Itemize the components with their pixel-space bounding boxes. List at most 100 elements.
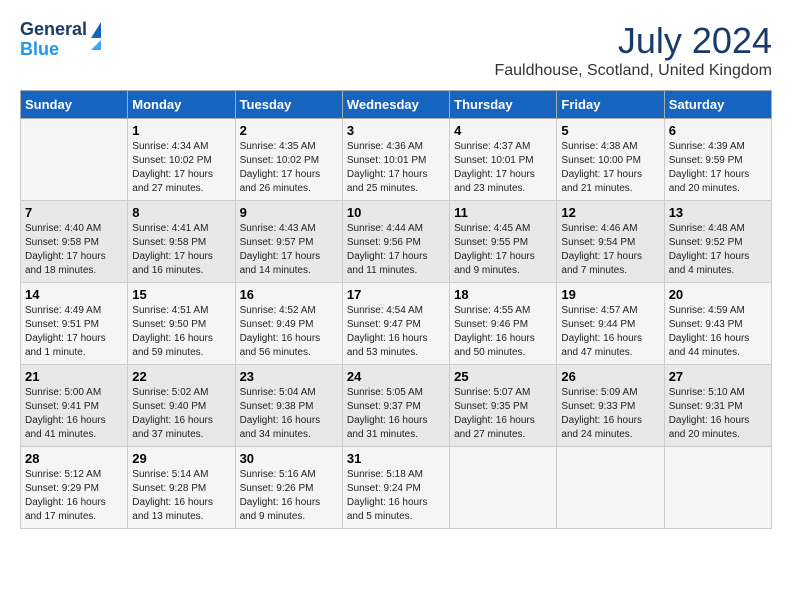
day-number: 11 (454, 205, 552, 220)
calendar-cell: 5Sunrise: 4:38 AMSunset: 10:00 PMDayligh… (557, 119, 664, 201)
calendar-cell: 9Sunrise: 4:43 AMSunset: 9:57 PMDaylight… (235, 201, 342, 283)
day-number: 10 (347, 205, 445, 220)
day-number: 31 (347, 451, 445, 466)
calendar-cell (664, 447, 771, 529)
day-number: 17 (347, 287, 445, 302)
cell-content: Sunrise: 4:34 AMSunset: 10:02 PMDaylight… (132, 140, 230, 196)
day-header-wednesday: Wednesday (342, 91, 449, 119)
day-number: 7 (25, 205, 123, 220)
calendar-cell: 25Sunrise: 5:07 AMSunset: 9:35 PMDayligh… (450, 365, 557, 447)
day-number: 29 (132, 451, 230, 466)
cell-content: Sunrise: 4:44 AMSunset: 9:56 PMDaylight:… (347, 222, 445, 278)
day-number: 8 (132, 205, 230, 220)
calendar-cell: 19Sunrise: 4:57 AMSunset: 9:44 PMDayligh… (557, 283, 664, 365)
cell-content: Sunrise: 4:49 AMSunset: 9:51 PMDaylight:… (25, 304, 123, 360)
calendar-cell: 3 Sunrise: 4:36 AMSunset: 10:01 PMDayligh… (342, 119, 449, 201)
day-number: 26 (561, 369, 659, 384)
calendar-week-row: 14Sunrise: 4:49 AMSunset: 9:51 PMDayligh… (21, 283, 772, 365)
calendar-week-row: 7 Sunrise: 4:40 AMSunset: 9:58 PMDaylight… (21, 201, 772, 283)
calendar-cell: 13 Sunrise: 4:48 AMSunset: 9:52 PMDayligh… (664, 201, 771, 283)
day-header-thursday: Thursday (450, 91, 557, 119)
calendar-cell: 21Sunrise: 5:00 AMSunset: 9:41 PMDayligh… (21, 365, 128, 447)
cell-content: Sunrise: 5:12 AMSunset: 9:29 PMDaylight:… (25, 468, 123, 524)
calendar-body: 1 Sunrise: 4:34 AMSunset: 10:02 PMDayligh… (21, 119, 772, 529)
calendar-cell: 2 Sunrise: 4:35 AMSunset: 10:02 PMDayligh… (235, 119, 342, 201)
cell-content: Sunrise: 5:04 AMSunset: 9:38 PMDaylight:… (240, 386, 338, 442)
cell-content: Sunrise: 4:45 AMSunset: 9:55 PMDaylight:… (454, 222, 552, 278)
calendar-cell: 29 Sunrise: 5:14 AMSunset: 9:28 PMDayligh… (128, 447, 235, 529)
day-header-friday: Friday (557, 91, 664, 119)
cell-content: Sunrise: 4:35 AMSunset: 10:02 PMDaylight… (240, 140, 338, 196)
cell-content: Sunrise: 4:37 AMSunset: 10:01 PMDaylight… (454, 140, 552, 196)
cell-content: Sunrise: 5:09 AMSunset: 9:33 PMDaylight:… (561, 386, 659, 442)
cell-content: Sunrise: 4:57 AMSunset: 9:44 PMDaylight:… (561, 304, 659, 360)
calendar-cell: 16 Sunrise: 4:52 AMSunset: 9:49 PMDayligh… (235, 283, 342, 365)
day-header-monday: Monday (128, 91, 235, 119)
calendar-cell: 15Sunrise: 4:51 AMSunset: 9:50 PMDayligh… (128, 283, 235, 365)
day-number: 18 (454, 287, 552, 302)
page-header: GeneralBlue July 2024 Fauldhouse, Scotla… (20, 20, 772, 80)
month-title: July 2024 (494, 20, 772, 62)
calendar-cell: 1 Sunrise: 4:34 AMSunset: 10:02 PMDayligh… (128, 119, 235, 201)
calendar-cell: 4 Sunrise: 4:37 AMSunset: 10:01 PMDayligh… (450, 119, 557, 201)
day-number: 24 (347, 369, 445, 384)
cell-content: Sunrise: 5:05 AMSunset: 9:37 PMDaylight:… (347, 386, 445, 442)
day-number: 3 (347, 123, 445, 138)
day-number: 20 (669, 287, 767, 302)
calendar-cell: 20 Sunrise: 4:59 AMSunset: 9:43 PMDayligh… (664, 283, 771, 365)
calendar-cell (450, 447, 557, 529)
calendar-cell: 17 Sunrise: 4:54 AMSunset: 9:47 PMDayligh… (342, 283, 449, 365)
title-block: July 2024 Fauldhouse, Scotland, United K… (494, 20, 772, 80)
calendar-week-row: 28 Sunrise: 5:12 AMSunset: 9:29 PMDayligh… (21, 447, 772, 529)
day-number: 4 (454, 123, 552, 138)
cell-content: Sunrise: 4:38 AMSunset: 10:00 PMDaylight… (561, 140, 659, 196)
cell-content: Sunrise: 4:43 AMSunset: 9:57 PMDaylight:… (240, 222, 338, 278)
calendar-cell: 14Sunrise: 4:49 AMSunset: 9:51 PMDayligh… (21, 283, 128, 365)
cell-content: Sunrise: 5:02 AMSunset: 9:40 PMDaylight:… (132, 386, 230, 442)
calendar-cell: 18 Sunrise: 4:55 AMSunset: 9:46 PMDayligh… (450, 283, 557, 365)
cell-content: Sunrise: 4:48 AMSunset: 9:52 PMDaylight:… (669, 222, 767, 278)
day-number: 2 (240, 123, 338, 138)
day-number: 27 (669, 369, 767, 384)
calendar-header-row: SundayMondayTuesdayWednesdayThursdayFrid… (21, 91, 772, 119)
day-number: 25 (454, 369, 552, 384)
cell-content: Sunrise: 5:14 AMSunset: 9:28 PMDaylight:… (132, 468, 230, 524)
day-header-tuesday: Tuesday (235, 91, 342, 119)
day-number: 28 (25, 451, 123, 466)
cell-content: Sunrise: 5:18 AMSunset: 9:24 PMDaylight:… (347, 468, 445, 524)
cell-content: Sunrise: 4:55 AMSunset: 9:46 PMDaylight:… (454, 304, 552, 360)
location: Fauldhouse, Scotland, United Kingdom (494, 62, 772, 80)
day-number: 21 (25, 369, 123, 384)
cell-content: Sunrise: 4:39 AMSunset: 9:59 PMDaylight:… (669, 140, 767, 196)
day-number: 23 (240, 369, 338, 384)
cell-content: Sunrise: 5:10 AMSunset: 9:31 PMDaylight:… (669, 386, 767, 442)
cell-content: Sunrise: 4:41 AMSunset: 9:58 PMDaylight:… (132, 222, 230, 278)
day-header-sunday: Sunday (21, 91, 128, 119)
cell-content: Sunrise: 4:40 AMSunset: 9:58 PMDaylight:… (25, 222, 123, 278)
calendar-cell: 31 Sunrise: 5:18 AMSunset: 9:24 PMDayligh… (342, 447, 449, 529)
calendar-cell: 27 Sunrise: 5:10 AMSunset: 9:31 PMDayligh… (664, 365, 771, 447)
calendar-cell: 23 Sunrise: 5:04 AMSunset: 9:38 PMDayligh… (235, 365, 342, 447)
calendar-cell: 28 Sunrise: 5:12 AMSunset: 9:29 PMDayligh… (21, 447, 128, 529)
calendar-cell (21, 119, 128, 201)
calendar-week-row: 1 Sunrise: 4:34 AMSunset: 10:02 PMDayligh… (21, 119, 772, 201)
cell-content: Sunrise: 5:16 AMSunset: 9:26 PMDaylight:… (240, 468, 338, 524)
day-number: 16 (240, 287, 338, 302)
cell-content: Sunrise: 4:46 AMSunset: 9:54 PMDaylight:… (561, 222, 659, 278)
calendar-week-row: 21Sunrise: 5:00 AMSunset: 9:41 PMDayligh… (21, 365, 772, 447)
calendar-cell (557, 447, 664, 529)
logo: GeneralBlue (20, 20, 101, 60)
cell-content: Sunrise: 4:36 AMSunset: 10:01 PMDaylight… (347, 140, 445, 196)
cell-content: Sunrise: 4:52 AMSunset: 9:49 PMDaylight:… (240, 304, 338, 360)
calendar-cell: 22 Sunrise: 5:02 AMSunset: 9:40 PMDayligh… (128, 365, 235, 447)
day-number: 22 (132, 369, 230, 384)
calendar-cell: 6Sunrise: 4:39 AMSunset: 9:59 PMDaylight… (664, 119, 771, 201)
day-number: 12 (561, 205, 659, 220)
day-header-saturday: Saturday (664, 91, 771, 119)
cell-content: Sunrise: 4:59 AMSunset: 9:43 PMDaylight:… (669, 304, 767, 360)
calendar-cell: 10 Sunrise: 4:44 AMSunset: 9:56 PMDayligh… (342, 201, 449, 283)
day-number: 13 (669, 205, 767, 220)
cell-content: Sunrise: 4:54 AMSunset: 9:47 PMDaylight:… (347, 304, 445, 360)
day-number: 1 (132, 123, 230, 138)
calendar-cell: 7 Sunrise: 4:40 AMSunset: 9:58 PMDaylight… (21, 201, 128, 283)
